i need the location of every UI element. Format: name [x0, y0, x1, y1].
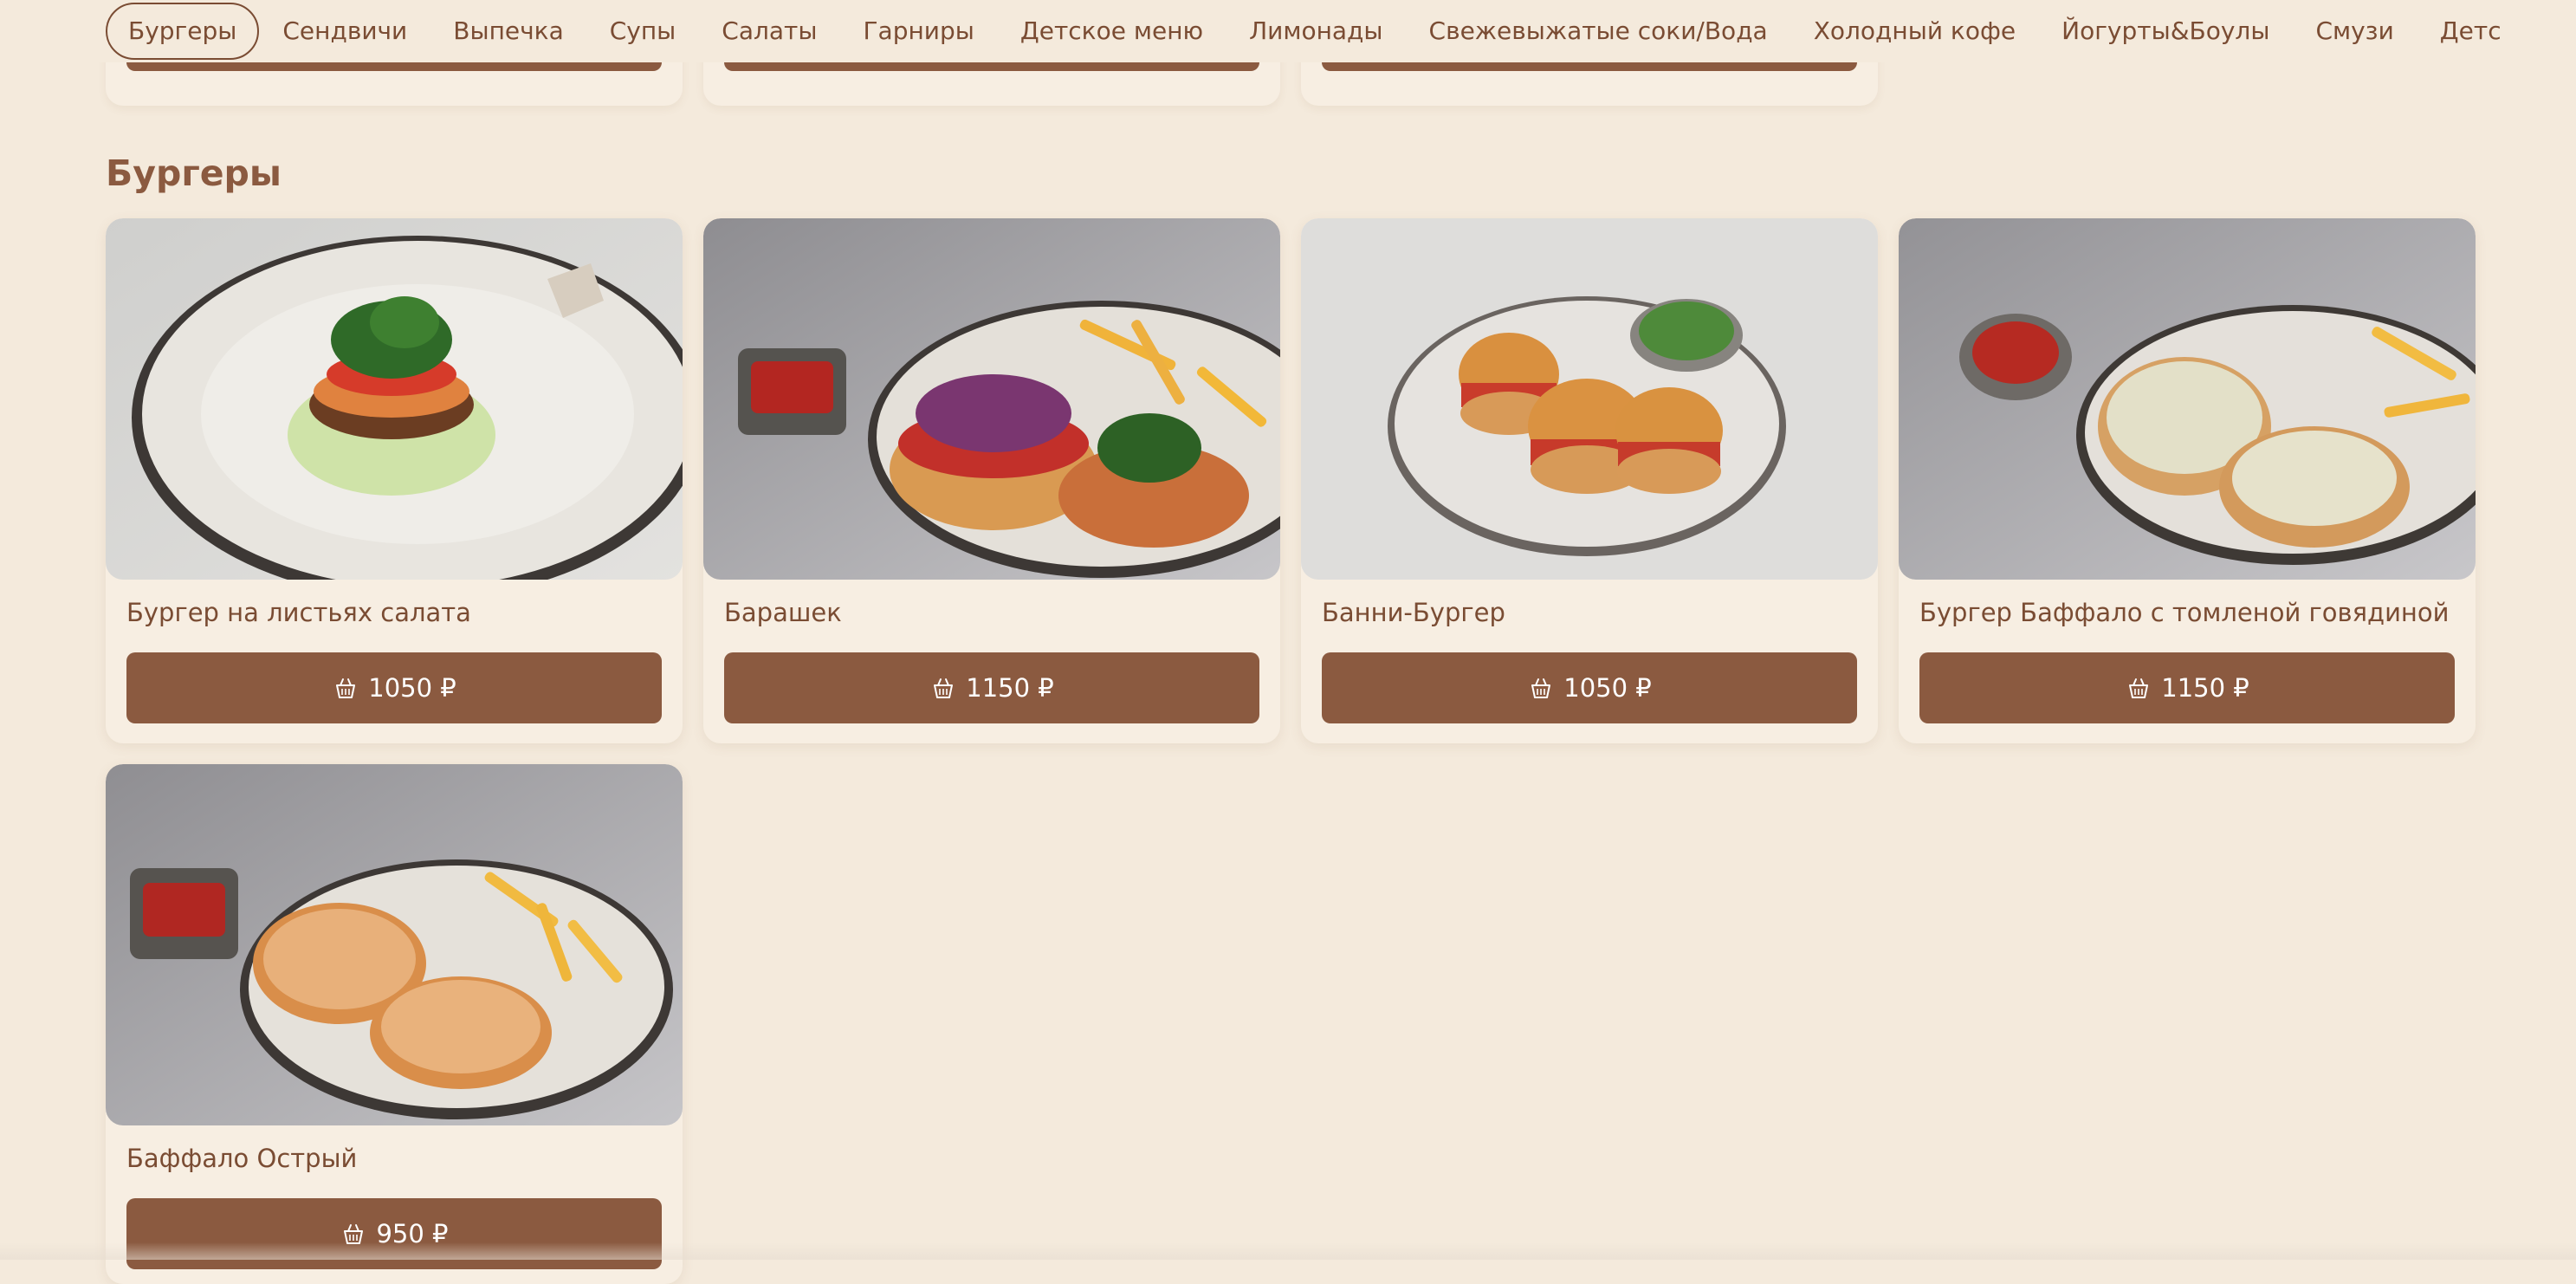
add-to-cart-button[interactable]: 1050 ₽: [126, 652, 662, 723]
mini-burgers-photo-art: [1301, 218, 1878, 580]
category-track: Бургеры Сендвичи Выпечка Супы Салаты Гар…: [106, 0, 2503, 62]
product-name: Барашек: [724, 598, 842, 627]
product-name: Бургер Баффало с томленой говядиной: [1919, 598, 2450, 627]
lamb-burger-photo[interactable]: [703, 218, 1280, 580]
product-name: Баффало Острый: [126, 1144, 358, 1173]
mini-burgers-photo[interactable]: [1301, 218, 1878, 580]
category-salads[interactable]: Салаты: [699, 3, 839, 60]
product-card[interactable]: Баффало Острый 950 ₽: [106, 764, 683, 1284]
category-soups[interactable]: Супы: [587, 3, 699, 60]
price-label: 1050 ₽: [368, 673, 456, 703]
category-kids-menu[interactable]: Детское меню: [998, 3, 1226, 60]
lamb-burger-photo-art: [703, 218, 1280, 580]
category-sides[interactable]: Гарниры: [840, 3, 996, 60]
spicy-buffalo-photo-art: [106, 764, 683, 1125]
category-fresh-juices[interactable]: Свежевыжатые соки/Вода: [1407, 3, 1790, 60]
price-label: 1150 ₽: [966, 673, 1054, 703]
spicy-buffalo-photo[interactable]: [106, 764, 683, 1125]
product-card[interactable]: Бургер на листьях салата 1050 ₽: [106, 218, 683, 743]
basket-icon: [2129, 678, 2149, 698]
category-cold-coffee[interactable]: Холодный кофе: [1791, 3, 2038, 60]
category-lemonades[interactable]: Лимонады: [1227, 3, 1405, 60]
price-label: 1050 ₽: [1563, 673, 1652, 703]
product-card[interactable]: Бургер Баффало с томленой говядиной 1150…: [1899, 218, 2476, 743]
section-title: Бургеры: [106, 152, 282, 194]
category-nav: Бургеры Сендвичи Выпечка Супы Салаты Гар…: [0, 0, 2576, 62]
category-burgers[interactable]: Бургеры: [106, 3, 260, 60]
mini-burger-right: [1615, 387, 1723, 494]
basket-icon: [1531, 678, 1551, 698]
buffalo-burger-photo[interactable]: [1899, 218, 2476, 580]
product-card[interactable]: Банни-Бургер 1050 ₽: [1301, 218, 1878, 743]
category-pastry[interactable]: Выпечка: [430, 3, 586, 60]
product-name: Банни-Бургер: [1322, 598, 1505, 627]
basket-icon: [336, 678, 356, 698]
add-to-cart-button[interactable]: 1150 ₽: [724, 652, 1259, 723]
category-smoothies[interactable]: Смузи: [2293, 3, 2416, 60]
add-to-cart-button[interactable]: 1150 ₽: [1919, 652, 2455, 723]
add-to-cart-button[interactable]: 1050 ₽: [1322, 652, 1857, 723]
burger-on-lettuce-photo-art: [106, 218, 683, 580]
buffalo-burger-photo-art: [1899, 218, 2476, 580]
bottom-fade: [0, 1242, 2576, 1260]
category-kids-drinks[interactable]: Детские напи: [2417, 3, 2503, 60]
price-label: 1150 ₽: [2161, 673, 2249, 703]
product-card[interactable]: Барашек 1150 ₽: [703, 218, 1280, 743]
category-sandwiches[interactable]: Сендвичи: [260, 3, 430, 60]
burger-on-lettuce-photo[interactable]: [106, 218, 683, 580]
category-yogurts-bowls[interactable]: Йогурты&Боулы: [2039, 3, 2292, 60]
basket-icon: [934, 678, 954, 698]
product-name: Бургер на листьях салата: [126, 598, 471, 627]
